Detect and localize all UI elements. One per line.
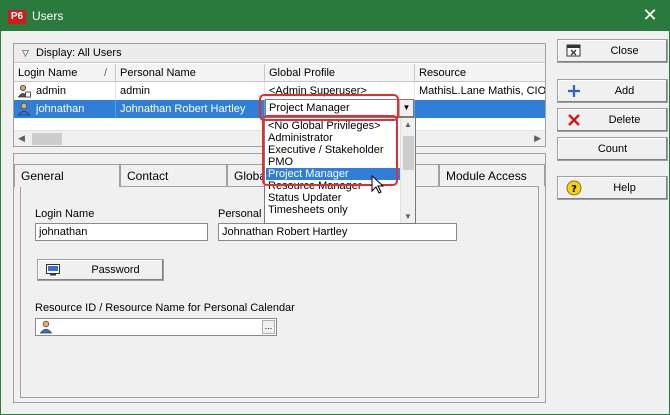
column-header-personal-name[interactable]: Personal Name	[116, 64, 265, 82]
cell-resource: MathisL.Lane Mathis, CIO	[419, 85, 545, 97]
personal-name-field[interactable]: Johnathan Robert Hartley	[218, 223, 457, 241]
close-window-icon	[566, 44, 581, 57]
window-title: Users	[32, 9, 64, 23]
help-icon: ?	[566, 180, 582, 196]
close-button-label: Close	[610, 45, 639, 57]
title-bar: P6 Users ✕	[1, 1, 669, 31]
window-close-button[interactable]: ✕	[639, 5, 661, 27]
scroll-right-arrow-icon[interactable]: ▶	[534, 133, 541, 144]
column-header-login[interactable]: Login Name	[14, 64, 100, 82]
column-header-global-profile[interactable]: Global Profile	[265, 64, 415, 82]
scroll-left-arrow-icon[interactable]: ◀	[18, 133, 25, 144]
dropdown-option[interactable]: PMO	[266, 156, 400, 168]
password-button[interactable]: Password	[37, 259, 164, 281]
password-button-label: Password	[91, 264, 140, 276]
dropdown-option[interactable]: Executive / Stakeholder	[266, 144, 400, 156]
delete-button-label: Delete	[608, 114, 641, 126]
global-profile-value: Project Manager	[269, 102, 350, 114]
grid-header-row: Login Name / Personal Name Global Profil…	[14, 64, 545, 82]
login-name-label: Login Name	[35, 208, 95, 220]
resource-calendar-label: Resource ID / Resource Name for Personal…	[35, 302, 295, 314]
dropdown-scroll-thumb[interactable]	[403, 136, 414, 170]
cell-personal-name: Johnathan Robert Hartley	[116, 100, 265, 118]
global-profile-dropdown-list[interactable]: <No Global Privileges> Administrator Exe…	[264, 117, 416, 224]
cell-personal-name: admin	[116, 82, 265, 100]
resource-calendar-field[interactable]: ...	[35, 318, 277, 336]
display-filter-label: Display: All Users	[36, 47, 122, 59]
chevron-down-icon[interactable]: ▼	[399, 100, 413, 116]
dropdown-scrollbar[interactable]: ▲ ▼	[400, 118, 415, 223]
plus-icon	[568, 85, 580, 97]
add-button[interactable]: Add	[557, 79, 668, 103]
delete-x-icon	[568, 114, 580, 126]
scroll-down-arrow-icon[interactable]: ▼	[404, 212, 412, 221]
dropdown-option[interactable]: <No Global Privileges>	[266, 120, 400, 132]
tab-module-access[interactable]: Module Access	[439, 164, 545, 186]
cell-login: admin	[32, 82, 116, 100]
close-button[interactable]: Close	[557, 39, 668, 63]
count-button-label: Count	[597, 143, 628, 155]
login-name-field[interactable]: johnathan	[35, 223, 208, 241]
collapse-triangle-icon[interactable]: ▽	[22, 48, 29, 59]
global-profile-combo[interactable]: Project Manager ▼	[265, 99, 414, 117]
dropdown-option[interactable]: Timesheets only	[266, 204, 400, 216]
help-button[interactable]: ? Help	[557, 176, 668, 200]
tab-contact[interactable]: Contact	[120, 164, 227, 186]
user-icon	[17, 102, 31, 116]
mouse-cursor-icon	[371, 175, 385, 194]
resource-user-icon	[39, 320, 53, 334]
count-button[interactable]: Count	[557, 137, 668, 161]
p6-logo: P6	[8, 10, 26, 24]
cell-login: johnathan	[32, 100, 116, 118]
svg-text:?: ?	[571, 184, 577, 195]
table-row[interactable]: admin admin <Admin Superuser> MathisL.La…	[14, 82, 545, 100]
admin-user-icon	[17, 85, 31, 98]
display-filter-bar[interactable]: ▽ Display: All Users	[14, 44, 545, 63]
scroll-up-arrow-icon[interactable]: ▲	[404, 120, 412, 129]
cell-resource	[415, 100, 545, 118]
password-icon	[46, 264, 60, 276]
dropdown-option[interactable]: Administrator	[266, 132, 400, 144]
cell-global-profile: <Admin Superuser>	[265, 82, 415, 100]
tab-general[interactable]: General	[14, 164, 120, 187]
browse-ellipsis-button[interactable]: ...	[262, 320, 275, 334]
add-button-label: Add	[614, 85, 635, 97]
users-window: P6 Users ✕ Close Add Delete Count ? Help	[0, 0, 670, 415]
help-button-label: Help	[613, 182, 636, 194]
scroll-thumb[interactable]	[32, 133, 62, 145]
column-sort-marker[interactable]: /	[100, 64, 116, 82]
column-header-resource[interactable]: Resource	[415, 64, 545, 82]
delete-button[interactable]: Delete	[557, 108, 668, 132]
